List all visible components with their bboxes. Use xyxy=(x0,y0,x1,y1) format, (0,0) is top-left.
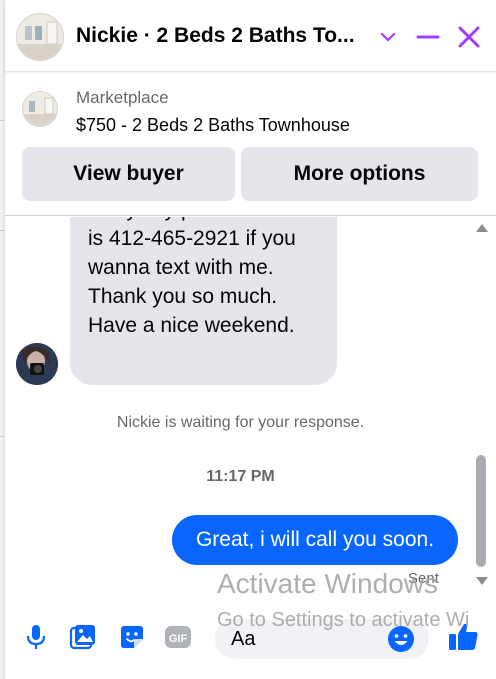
listing-title[interactable]: $750 - 2 Beds 2 Baths Townhouse xyxy=(76,115,350,136)
waiting-notice: Nickie is waiting for your response. xyxy=(116,414,365,431)
activate-windows-watermark: Activate Windows xyxy=(217,568,438,599)
message-timestamp: 11:17 PM xyxy=(206,468,275,485)
sender-avatar[interactable] xyxy=(16,343,58,385)
more-options-button[interactable]: More options xyxy=(241,147,478,201)
scrollbar-thumb[interactable] xyxy=(476,455,486,567)
chevron-down-icon[interactable] xyxy=(373,22,403,52)
outgoing-message-bubble[interactable]: Great, i will call you soon. xyxy=(172,515,458,565)
sticker-icon[interactable] xyxy=(117,622,147,652)
listing-avatar[interactable] xyxy=(16,13,64,61)
activate-windows-subtext: Go to Settings to activate Wi xyxy=(217,609,470,631)
incoming-message-text: away. My phone number is 412-465-2921 if… xyxy=(88,217,316,337)
incoming-message-bubble[interactable]: away. My phone number is 412-465-2921 if… xyxy=(70,217,337,385)
scroll-up-arrow[interactable] xyxy=(476,224,488,232)
listing-thumbnail[interactable] xyxy=(22,91,58,127)
message-list[interactable]: away. My phone number is 412-465-2921 if… xyxy=(5,217,496,597)
marketplace-card: Marketplace $750 - 2 Beds 2 Baths Townho… xyxy=(5,73,496,216)
svg-text:GIF: GIF xyxy=(169,633,188,645)
chat-window: Nickie · 2 Beds 2 Baths To... Marketplac… xyxy=(5,0,496,679)
photo-icon[interactable] xyxy=(67,622,97,652)
close-icon[interactable] xyxy=(454,22,484,52)
chat-header: Nickie · 2 Beds 2 Baths To... xyxy=(5,0,496,72)
view-buyer-button[interactable]: View buyer xyxy=(22,147,235,201)
minimize-icon[interactable] xyxy=(413,22,443,52)
gif-icon[interactable]: GIF xyxy=(163,622,193,652)
scrollbar[interactable] xyxy=(473,217,491,597)
microphone-icon[interactable] xyxy=(21,622,51,652)
scroll-down-arrow[interactable] xyxy=(476,577,488,585)
marketplace-label: Marketplace xyxy=(76,88,169,107)
chat-title[interactable]: Nickie · 2 Beds 2 Baths To... xyxy=(76,24,366,48)
